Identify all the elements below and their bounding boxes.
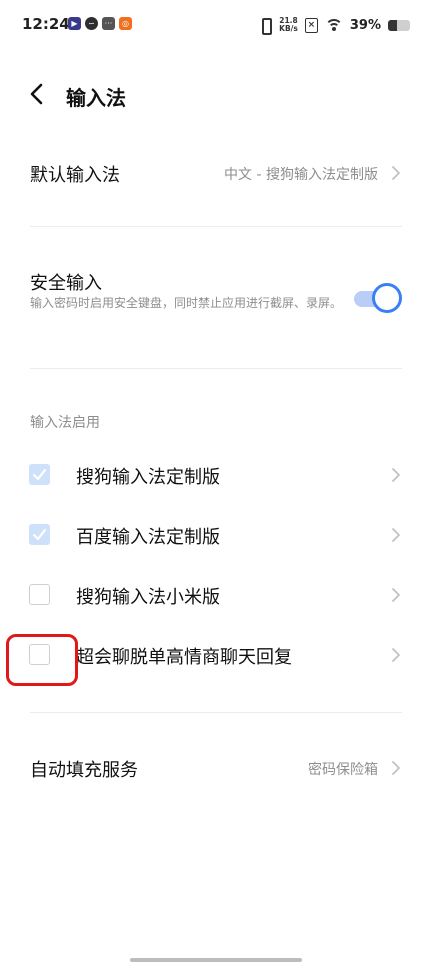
chevron-right-icon <box>392 166 400 180</box>
section-title-ime-enabled: 输入法启用 <box>30 415 100 431</box>
divider <box>30 226 402 227</box>
play-app-icon: ▶ <box>68 17 81 30</box>
dots-app-icon: ··· <box>102 17 115 30</box>
checkbox-unchecked[interactable] <box>29 584 50 605</box>
battery-icon <box>388 19 410 31</box>
header: 输入法 <box>0 72 432 118</box>
back-arrow-icon[interactable] <box>26 82 50 106</box>
status-bar: 12:24 ▶ ∽ ··· ◎ 21.8 KB/s × 39% <box>0 0 432 52</box>
highlight-annotation-box <box>6 634 78 686</box>
secure-input-toggle[interactable] <box>354 283 402 313</box>
autofill-row[interactable]: 自动填充服务 密码保险箱 <box>0 745 432 791</box>
sim-x-icon: × <box>304 17 318 33</box>
secure-input-label: 安全输入 <box>30 273 102 294</box>
chevron-right-icon <box>392 528 400 542</box>
page-title: 输入法 <box>66 86 126 110</box>
checkmark-icon <box>32 528 47 541</box>
ime-item-sogou-xiaomi[interactable]: 搜狗输入法小米版 <box>0 572 432 618</box>
chevron-right-icon <box>392 761 400 775</box>
ime-item-label: 百度输入法定制版 <box>76 527 220 548</box>
divider <box>30 368 402 369</box>
default-ime-row[interactable]: 默认输入法 中文 - 搜狗输入法定制版 <box>0 150 432 196</box>
toggle-knob <box>372 283 402 313</box>
ime-item-baidu-custom[interactable]: 百度输入法定制版 <box>0 512 432 558</box>
ime-item-sogou-custom[interactable]: 搜狗输入法定制版 <box>0 452 432 498</box>
ime-item-label: 搜狗输入法定制版 <box>76 467 220 488</box>
ime-item-label: 超会聊脱单高情商聊天回复 <box>76 647 292 668</box>
status-right: 21.8 KB/s × 39% <box>258 14 410 36</box>
battery-fill <box>388 19 397 31</box>
default-ime-value: 中文 - 搜狗输入法定制版 <box>224 167 378 183</box>
ime-item-label: 搜狗输入法小米版 <box>76 587 220 608</box>
leaf-app-icon: ∽ <box>85 17 98 30</box>
autofill-value: 密码保险箱 <box>308 762 378 778</box>
default-ime-label: 默认输入法 <box>30 165 120 186</box>
autofill-label: 自动填充服务 <box>30 760 138 781</box>
chevron-right-icon <box>392 588 400 602</box>
network-speed-unit: KB/s <box>279 24 298 33</box>
network-speed: 21.8 KB/s <box>279 17 298 33</box>
orange-app-icon: ◎ <box>119 17 132 30</box>
vibrate-icon <box>258 17 273 35</box>
wifi-icon <box>324 18 343 32</box>
checkbox-checked[interactable] <box>29 524 50 545</box>
battery-percent: 39% <box>349 17 381 33</box>
chevron-right-icon <box>392 468 400 482</box>
checkbox-checked[interactable] <box>29 464 50 485</box>
home-indicator[interactable] <box>130 958 302 962</box>
checkmark-icon <box>32 468 47 481</box>
notification-icons: ▶ ∽ ··· ◎ <box>68 17 132 30</box>
divider <box>30 712 402 713</box>
chevron-right-icon <box>392 648 400 662</box>
secure-input-description: 输入密码时启用安全键盘，同时禁止应用进行截屏、录屏。 <box>30 296 343 310</box>
status-time: 12:24 <box>22 15 70 33</box>
